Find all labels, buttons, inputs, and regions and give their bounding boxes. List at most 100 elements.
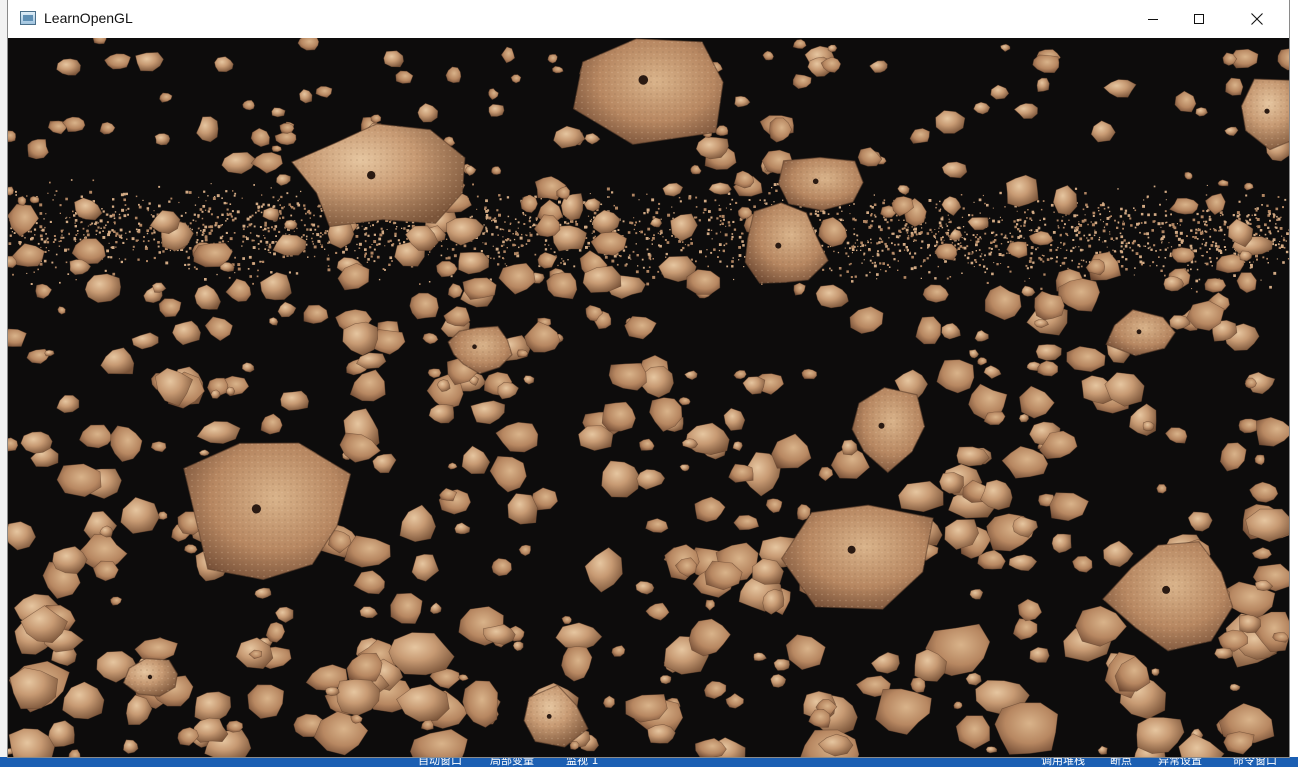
distant-asteroid-speck (215, 224, 217, 226)
distant-asteroid-speck (227, 241, 229, 243)
distant-asteroid-speck (611, 191, 614, 194)
ide-tab-autos[interactable]: 自动窗口 (418, 757, 462, 766)
distant-asteroid-speck (528, 220, 531, 223)
distant-asteroid-speck (1189, 244, 1193, 248)
maximize-button[interactable] (1176, 0, 1222, 38)
distant-asteroid-speck (151, 232, 154, 235)
distant-asteroid-speck (773, 201, 775, 203)
distant-asteroid-speck (65, 261, 68, 264)
distant-asteroid-speck (208, 231, 212, 235)
distant-asteroid-speck (522, 212, 524, 214)
distant-asteroid-speck (866, 211, 869, 214)
distant-asteroid-speck (984, 202, 986, 205)
distant-asteroid-speck (1043, 255, 1045, 257)
distant-asteroid-speck (1275, 207, 1279, 211)
distant-asteroid-speck (1159, 249, 1162, 251)
window-titlebar[interactable]: LearnOpenGL (8, 0, 1289, 38)
distant-asteroid-speck (185, 190, 189, 194)
distant-asteroid-speck (275, 235, 277, 237)
distant-asteroid-speck (1009, 240, 1012, 243)
distant-asteroid-speck (210, 183, 212, 185)
distant-asteroid-speck (1187, 264, 1189, 266)
distant-asteroid-speck (944, 260, 947, 263)
asteroid-rock (939, 472, 964, 494)
distant-asteroid-speck (695, 196, 698, 199)
ide-tab-locals[interactable]: 局部变量 (490, 757, 534, 766)
distant-asteroid-speck (283, 206, 285, 208)
distant-asteroid-speck (319, 215, 322, 218)
ide-tab-command[interactable]: 命令窗口 (1233, 757, 1277, 766)
minimize-button[interactable] (1130, 0, 1176, 38)
distant-asteroid-speck (1206, 251, 1208, 253)
asteroid-rock (801, 368, 818, 380)
asteroid-rock (679, 464, 690, 472)
distant-asteroid-speck (1037, 200, 1040, 203)
distant-asteroid-speck (371, 244, 373, 245)
distant-asteroid-speck (1285, 240, 1287, 242)
distant-asteroid-speck (46, 241, 50, 244)
distant-asteroid-speck (935, 237, 937, 239)
distant-asteroid-speck (1143, 199, 1145, 201)
distant-asteroid-speck (966, 245, 969, 248)
asteroid-rock (454, 522, 471, 535)
ide-tab-breakpoints[interactable]: 断点 (1110, 757, 1132, 766)
asteroid-rock (272, 234, 307, 256)
asteroid-rock (708, 182, 732, 195)
distant-asteroid-speck (313, 255, 316, 258)
asteroid-crater (812, 178, 819, 185)
distant-asteroid-speck (1256, 207, 1259, 210)
asteroid-rock (639, 438, 655, 451)
distant-asteroid-speck (839, 218, 843, 222)
distant-asteroid-speck (1197, 228, 1200, 230)
asteroid-rock (35, 283, 53, 299)
distant-asteroid-speck (748, 199, 751, 201)
ide-tab-watch[interactable]: 监视 1 (566, 757, 599, 766)
distant-asteroid-speck (961, 237, 963, 239)
distant-asteroid-speck (59, 212, 61, 214)
distant-asteroid-speck (39, 225, 43, 229)
distant-asteroid-speck (1028, 277, 1030, 279)
distant-asteroid-speck (869, 259, 872, 262)
distant-asteroid-speck (1252, 261, 1254, 263)
distant-asteroid-speck (229, 203, 232, 205)
close-button[interactable] (1234, 0, 1280, 38)
distant-asteroid-speck (842, 219, 844, 221)
distant-asteroid-speck (365, 241, 367, 243)
distant-asteroid-speck (364, 227, 368, 230)
distant-asteroid-speck (1264, 233, 1267, 236)
distant-asteroid-speck (1100, 219, 1102, 221)
distant-asteroid-speck (907, 235, 910, 237)
distant-asteroid-speck (107, 233, 110, 237)
distant-asteroid-speck (369, 246, 372, 249)
distant-asteroid-speck (31, 236, 34, 240)
asteroid-rock (151, 282, 167, 293)
distant-asteroid-speck (1223, 239, 1225, 241)
asteroid-rock (1277, 48, 1289, 71)
distant-asteroid-speck (995, 233, 998, 236)
distant-asteroid-speck (249, 232, 252, 234)
asteroid-rock (62, 681, 105, 720)
distant-asteroid-speck (1037, 247, 1039, 249)
asteroid-rock (897, 184, 910, 196)
distant-asteroid-speck (945, 232, 947, 234)
distant-asteroid-speck (118, 216, 122, 220)
asteroid-rock (662, 182, 684, 197)
distant-asteroid-speck (257, 269, 259, 272)
distant-asteroid-speck (1245, 219, 1247, 221)
distant-asteroid-speck (228, 276, 231, 279)
distant-asteroid-speck (981, 253, 983, 255)
asteroid-rock (753, 652, 767, 662)
ide-tab-callstack[interactable]: 调用堆栈 (1041, 757, 1085, 766)
distant-asteroid-speck (850, 276, 853, 279)
distant-asteroid-speck (731, 265, 734, 268)
asteroid-texture (1241, 79, 1289, 150)
distant-asteroid-speck (1223, 233, 1226, 236)
opengl-render-viewport[interactable] (8, 38, 1289, 757)
ide-tab-exceptions[interactable]: 异常设置 (1158, 757, 1202, 766)
distant-asteroid-speck (913, 228, 915, 231)
asteroid-rock (1243, 182, 1254, 191)
distant-asteroid-speck (1205, 194, 1208, 196)
distant-asteroid-speck (838, 267, 842, 270)
distant-asteroid-speck (871, 262, 874, 264)
distant-asteroid-speck (1055, 260, 1058, 263)
